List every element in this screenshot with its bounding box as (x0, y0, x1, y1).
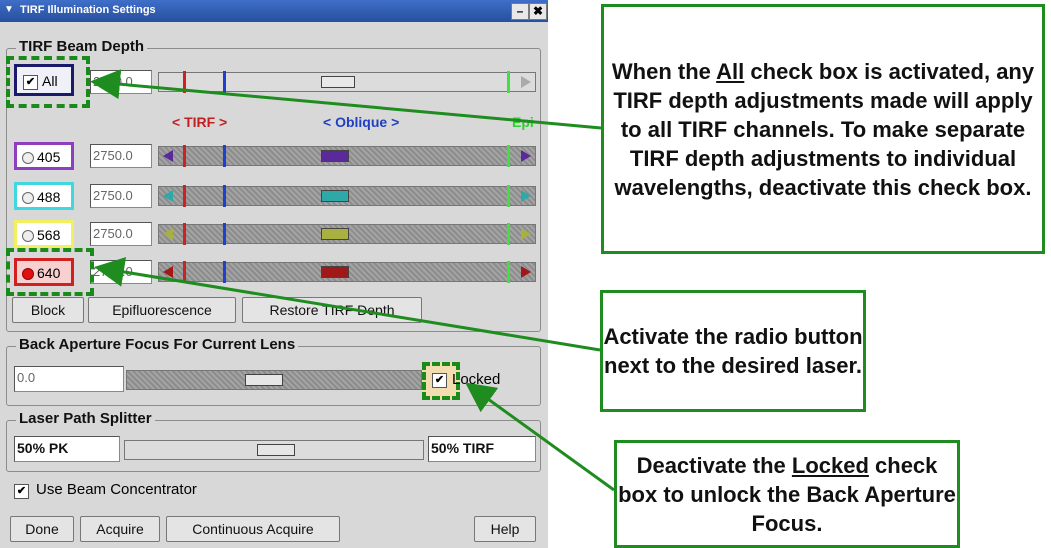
all-callout-arrow (90, 69, 602, 130)
locked-callout-arrow (465, 382, 615, 492)
callout-arrows (90, 69, 615, 492)
radio-callout-arrow (94, 257, 601, 352)
